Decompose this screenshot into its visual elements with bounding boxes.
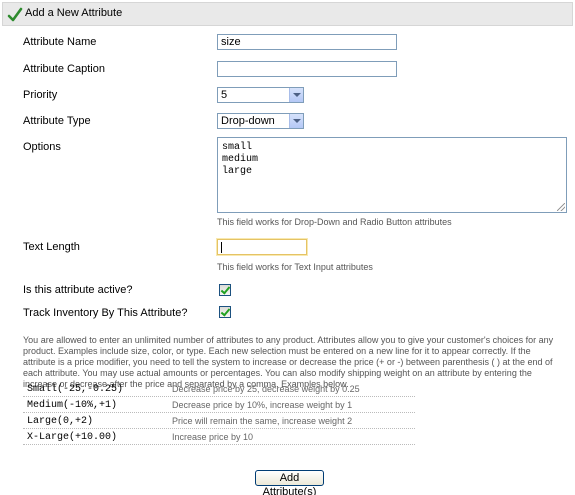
option-line: medium: [222, 154, 259, 165]
attribute-name-input[interactable]: size: [217, 34, 397, 50]
example-row: X-Large(+10.00) Increase price by 10: [23, 429, 415, 445]
example-row: Large(0,+2) Price will remain the same, …: [23, 413, 415, 429]
example-row: Medium(-10%,+1) Decrease price by 10%, i…: [23, 397, 415, 413]
example-row: Small(-25,-0.25) Decrease price by 25, d…: [23, 381, 415, 397]
track-inventory-label: Track Inventory By This Attribute?: [23, 307, 188, 319]
priority-value: 5: [221, 89, 228, 101]
chevron-down-icon[interactable]: [289, 114, 303, 128]
active-checkbox[interactable]: [219, 284, 231, 296]
options-label: Options: [23, 141, 61, 153]
example-desc: Increase price by 10: [172, 432, 254, 442]
chevron-down-icon[interactable]: [289, 88, 303, 102]
option-line: large: [222, 166, 253, 177]
example-code: Small(-25,-0.25): [27, 384, 124, 395]
priority-label: Priority: [23, 89, 58, 101]
text-length-hint: This field works for Text Input attribut…: [217, 262, 373, 272]
attribute-type-label: Attribute Type: [23, 115, 91, 127]
example-desc: Decrease price by 25, decrease weight by…: [172, 384, 360, 394]
attribute-type-value: Drop-down: [221, 115, 275, 127]
example-code: Large(0,+2): [27, 416, 94, 427]
example-code: X-Large(+10.00): [27, 432, 118, 443]
priority-select[interactable]: 5: [217, 87, 304, 103]
option-line: small: [222, 142, 253, 153]
examples-list: Small(-25,-0.25) Decrease price by 25, d…: [23, 381, 415, 445]
attribute-caption-input[interactable]: [217, 61, 397, 77]
example-desc: Price will remain the same, increase wei…: [172, 416, 353, 426]
text-length-input[interactable]: [217, 239, 307, 255]
resize-grip-icon[interactable]: [557, 203, 565, 211]
add-attribute-button[interactable]: Add Attribute(s): [255, 470, 324, 495]
attribute-caption-label: Attribute Caption: [23, 63, 105, 75]
text-length-label: Text Length: [23, 241, 80, 253]
attribute-type-select[interactable]: Drop-down: [217, 113, 304, 129]
options-hint: This field works for Drop-Down and Radio…: [217, 217, 452, 227]
track-inventory-checkbox[interactable]: [219, 306, 231, 318]
panel-header: Add a New Attribute: [2, 2, 573, 26]
check-icon: [7, 7, 23, 22]
attribute-name-label: Attribute Name: [23, 36, 97, 48]
options-textarea[interactable]: small medium large: [217, 137, 567, 213]
panel-title: Add a New Attribute: [25, 7, 123, 19]
text-caret: [221, 241, 222, 253]
example-code: Medium(-10%,+1): [27, 400, 118, 411]
example-desc: Decrease price by 10%, increase weight b…: [172, 400, 353, 410]
active-label: Is this attribute active?: [23, 284, 133, 296]
